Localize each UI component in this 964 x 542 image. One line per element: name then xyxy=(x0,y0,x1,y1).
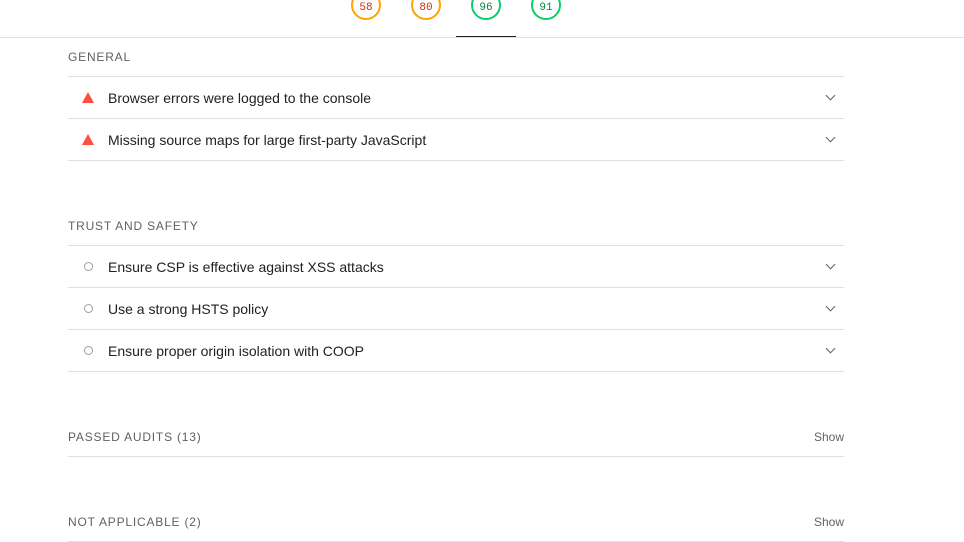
group-count: (2) xyxy=(184,515,202,529)
audit-row[interactable]: Browser errors were logged to the consol… xyxy=(68,77,844,119)
audit-label: Ensure proper origin isolation with COOP xyxy=(108,342,365,359)
audit-row[interactable]: Ensure proper origin isolation with COOP xyxy=(68,330,844,372)
section-not-applicable: NOT APPLICABLE (2) Show xyxy=(68,503,844,542)
section-title: TRUST AND SAFETY xyxy=(68,207,844,246)
score-value: 58 xyxy=(359,1,373,14)
section-general: GENERAL Browser errors were logged to th… xyxy=(68,38,844,161)
group-title: PASSED AUDITS xyxy=(68,430,173,444)
score-value: 80 xyxy=(419,1,433,14)
passed-audits-header[interactable]: PASSED AUDITS (13) Show xyxy=(68,418,844,457)
show-not-applicable-button[interactable]: Show xyxy=(814,503,844,541)
audit-label: Ensure CSP is effective against XSS atta… xyxy=(108,258,384,275)
audit-row[interactable]: Ensure CSP is effective against XSS atta… xyxy=(68,246,844,288)
section-title: GENERAL xyxy=(68,38,844,77)
manual-circle-icon xyxy=(83,304,93,313)
score-gauge-0[interactable]: 58 xyxy=(351,0,381,20)
group-count: (13) xyxy=(177,430,202,444)
section-passed-audits: PASSED AUDITS (13) Show xyxy=(68,418,844,457)
audit-row[interactable]: Missing source maps for large first-part… xyxy=(68,119,844,161)
score-value: 91 xyxy=(539,1,553,14)
manual-circle-icon xyxy=(83,262,93,271)
score-gauge-1[interactable]: 80 xyxy=(411,0,441,20)
fail-triangle-icon xyxy=(82,92,94,103)
score-gauge-2[interactable]: 96 xyxy=(471,0,501,20)
fail-triangle-icon xyxy=(82,134,94,145)
manual-circle-icon xyxy=(83,346,93,355)
score-value: 96 xyxy=(479,1,493,14)
section-trust-and-safety: TRUST AND SAFETY Ensure CSP is effective… xyxy=(68,207,844,372)
score-gauge-3[interactable]: 91 xyxy=(531,0,561,20)
active-tab-indicator xyxy=(456,36,516,37)
show-passed-button[interactable]: Show xyxy=(814,418,844,456)
audit-label: Missing source maps for large first-part… xyxy=(108,131,427,148)
audit-row[interactable]: Use a strong HSTS policy xyxy=(68,288,844,330)
audit-label: Browser errors were logged to the consol… xyxy=(108,89,372,106)
category-score-bar: 58 80 96 91 xyxy=(0,0,964,38)
group-title: NOT APPLICABLE xyxy=(68,515,181,529)
not-applicable-header[interactable]: NOT APPLICABLE (2) Show xyxy=(68,503,844,542)
audit-label: Use a strong HSTS policy xyxy=(108,300,269,317)
